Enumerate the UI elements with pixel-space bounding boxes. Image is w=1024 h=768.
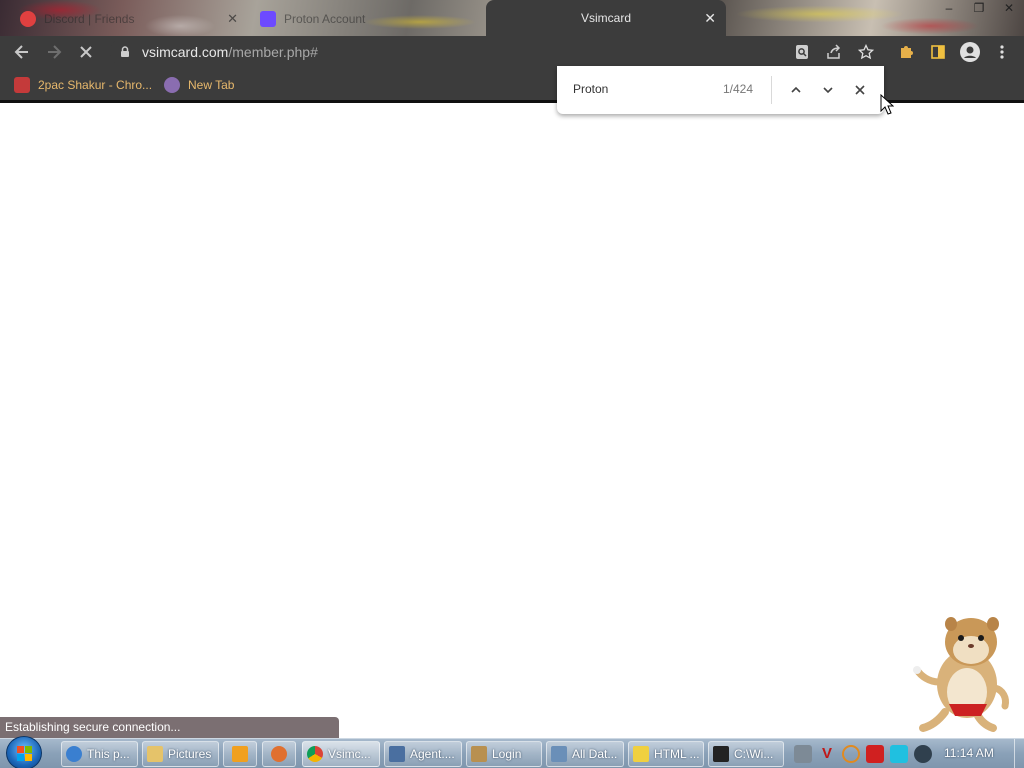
lock-icon[interactable] (120, 46, 130, 57)
display-tray-icon[interactable] (890, 745, 908, 763)
chrome-icon (307, 746, 323, 762)
taskbar-item-login[interactable]: Login (466, 741, 542, 767)
taskbar-item-label: Login (492, 747, 522, 761)
media-player-icon (232, 746, 248, 762)
hamster-mascot-icon (913, 617, 1009, 732)
taskbar-item-label: All Dat... (572, 747, 618, 761)
help-icon (633, 746, 649, 762)
url-path: /member.php# (228, 44, 318, 60)
tab-title: Vsimcard (580, 11, 631, 25)
7zip-icon (713, 746, 729, 762)
taskbar-item-label: C:\Wi... (734, 747, 774, 761)
taskbar-clock[interactable]: 11:14 AM (944, 746, 994, 760)
find-bar: Proton 1/424 (557, 66, 884, 114)
bookmark-2pac[interactable]: 2pac Shakur - Chro... (14, 77, 152, 93)
windows-flag-icon (17, 754, 24, 761)
bookmark-label: 2pac Shakur - Chro... (38, 78, 153, 92)
page-content (0, 103, 1024, 737)
url-host: vsimcard.com (142, 44, 229, 60)
find-match-count: 1/424 (723, 82, 754, 96)
extensions-icon[interactable] (896, 42, 916, 62)
taskbar-item-media-player[interactable] (223, 741, 257, 767)
login-icon (471, 746, 487, 762)
v-tray-icon[interactable]: V (818, 745, 836, 763)
find-in-page-icon[interactable] (792, 42, 812, 62)
mouse-cursor-icon (880, 94, 894, 115)
windows-flag-icon (17, 746, 24, 753)
taskbar-item-app[interactable] (262, 741, 296, 767)
url-text[interactable]: vsimcard.com/member.php# (142, 44, 318, 60)
status-bubble: Establishing secure connection... (0, 717, 339, 738)
taskbar-item-pictures[interactable]: Pictures (142, 741, 219, 767)
taskbar-item-agent[interactable]: Agent.... (384, 741, 462, 767)
bookmark-label: New Tab (188, 78, 235, 92)
bookmark-star-icon[interactable] (856, 42, 876, 62)
taskbar-item-label: Agent.... (410, 747, 455, 761)
taskbar-item-label: This p... (87, 747, 130, 761)
window-controls: – ❐ ✕ (934, 0, 1024, 18)
discord-favicon-icon (20, 11, 36, 27)
ie-icon (66, 746, 82, 762)
back-arrow-icon[interactable] (12, 42, 32, 62)
tab-strip: Discord | Friends ✕ Proton Account Vsimc… (0, 0, 1024, 36)
browser-toolbar: vsimcard.com/member.php# (0, 36, 1024, 68)
windows-flag-icon (25, 746, 32, 753)
volume-tray-icon[interactable] (914, 745, 932, 763)
windows-taskbar: This p... Pictures Vsimc... Agent.... Lo… (0, 736, 1024, 768)
taskbar-item-all-data[interactable]: All Dat... (546, 741, 624, 767)
network-tray-icon[interactable] (794, 745, 812, 763)
window-icon (551, 746, 567, 762)
folder-icon (147, 746, 163, 762)
restore-icon[interactable]: ❐ (964, 0, 994, 18)
profile-avatar-icon[interactable] (960, 42, 980, 62)
tab-title: Proton Account (284, 12, 366, 26)
taskbar-item-label: HTML ... (654, 747, 700, 761)
close-tab-icon[interactable]: ✕ (227, 11, 238, 27)
bookmark-new-tab[interactable]: New Tab (164, 77, 234, 93)
address-bar[interactable]: vsimcard.com/member.php# (110, 38, 828, 66)
bookmark-favicon-icon (14, 77, 30, 93)
tab-discord[interactable]: Discord | Friends ✕ (12, 2, 248, 36)
minimize-icon[interactable]: – (934, 0, 964, 18)
menu-kebab-icon[interactable] (992, 42, 1012, 62)
close-tab-icon[interactable]: ✕ (704, 10, 716, 27)
taskbar-item-7zip[interactable]: C:\Wi... (708, 741, 784, 767)
show-desktop-button[interactable] (1014, 739, 1024, 768)
bookmark-favicon-icon (164, 77, 180, 93)
find-close-icon[interactable] (850, 80, 870, 100)
close-window-icon[interactable]: ✕ (994, 0, 1024, 18)
taskbar-item-label: Vsimc... (328, 747, 371, 761)
stop-loading-icon[interactable] (76, 42, 96, 62)
windows-flag-icon (25, 754, 32, 761)
share-icon[interactable] (824, 42, 844, 62)
taskbar-item-chrome[interactable]: Vsimc... (302, 741, 380, 767)
side-panel-icon[interactable] (928, 42, 948, 62)
app-icon (271, 746, 287, 762)
browser-screen: Discord | Friends ✕ Proton Account Vsimc… (0, 0, 1024, 768)
window-icon (389, 746, 405, 762)
taskbar-item-explorer[interactable]: This p... (61, 741, 138, 767)
taskbar-item-label: Pictures (168, 747, 212, 761)
forward-arrow-icon[interactable] (44, 42, 64, 62)
proton-favicon-icon (260, 11, 276, 27)
taskbar-item-html[interactable]: HTML ... (628, 741, 704, 767)
flag-tray-icon[interactable] (866, 745, 884, 763)
tab-title: Discord | Friends (44, 12, 135, 26)
system-tray: V (788, 741, 936, 767)
find-previous-chevron-up-icon[interactable] (786, 80, 806, 100)
find-input[interactable]: Proton (573, 82, 608, 96)
find-divider (771, 76, 772, 104)
tab-vsimcard[interactable]: Vsimcard ✕ (486, 0, 726, 36)
start-button[interactable] (6, 736, 42, 768)
tab-proton-account[interactable]: Proton Account (252, 2, 484, 36)
find-next-chevron-down-icon[interactable] (818, 80, 838, 100)
search-tray-icon[interactable] (842, 745, 860, 763)
